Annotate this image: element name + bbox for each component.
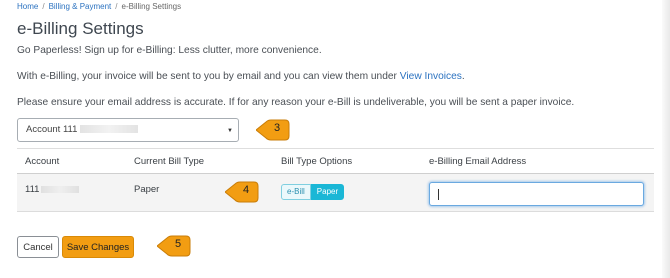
redacted-account-number: [80, 125, 139, 134]
account-number: 111: [25, 184, 40, 195]
breadcrumb: Home / Billing & Payment / e-Billing Setting…: [17, 2, 181, 11]
header-bill-type-options: Bill Type Options: [281, 156, 353, 167]
table-header-row: Account Current Bill Type Bill Type Opti…: [17, 148, 654, 174]
header-account: Account: [25, 156, 60, 167]
callout-number: 4: [242, 184, 250, 196]
cell-current-bill-type: Paper: [134, 184, 160, 195]
chevron-down-icon: ▼: [227, 128, 233, 134]
cancel-button[interactable]: Cancel: [17, 236, 59, 258]
view-invoices-link[interactable]: View Invoices: [400, 71, 462, 82]
breadcrumb-separator: /: [42, 2, 45, 11]
bill-type-toggle[interactable]: e-Bill Paper: [281, 184, 345, 200]
scrollbar-track[interactable]: [662, 0, 670, 278]
save-changes-button[interactable]: Save Changes: [62, 236, 134, 258]
callout-marker: 4: [225, 181, 259, 203]
redacted-account-number: [41, 185, 80, 193]
callout-number: 5: [174, 238, 182, 250]
account-select[interactable]: Account 111 ▼: [17, 118, 239, 142]
intro-line-ebilling-text: With e-Billing, your invoice will be sen…: [17, 71, 400, 82]
intro-line-paperless: Go Paperless! Sign up for e-Billing: Les…: [17, 45, 322, 56]
callout-number: 3: [273, 122, 281, 134]
breadcrumb-current: e-Billing Settings: [121, 2, 182, 11]
account-select-value: Account 111: [26, 124, 78, 135]
intro-line-ebilling-suffix: .: [461, 71, 465, 82]
header-current-bill-type: Current Bill Type: [134, 156, 205, 167]
breadcrumb-billing-link[interactable]: Billing & Payment: [49, 2, 112, 11]
header-email-address: e-Billing Email Address: [429, 156, 527, 167]
email-field[interactable]: [429, 182, 644, 206]
intro-line-accuracy: Please ensure your email address is accu…: [17, 97, 575, 108]
option-paper-button[interactable]: Paper: [310, 184, 345, 200]
callout-marker: 5: [157, 235, 191, 257]
cell-account: 111: [25, 184, 80, 195]
intro-line-ebilling: With e-Billing, your invoice will be sen…: [17, 71, 465, 82]
option-ebill-button[interactable]: e-Bill: [281, 184, 311, 200]
table-row: 111 Paper e-Bill Paper: [17, 174, 654, 212]
text-cursor: [438, 189, 439, 200]
page-title: e-Billing Settings: [17, 19, 144, 38]
callout-marker: 3: [256, 119, 290, 141]
breadcrumb-home-link[interactable]: Home: [17, 2, 38, 11]
breadcrumb-separator: /: [115, 2, 118, 11]
